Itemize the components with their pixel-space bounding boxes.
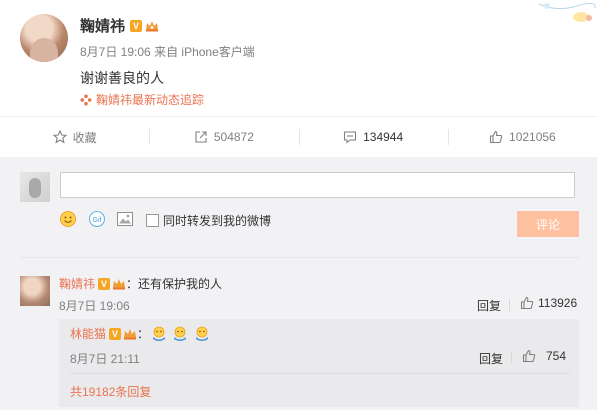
post-time[interactable]: 8月7日 19:06 xyxy=(80,45,151,59)
reply-line: 林能猫 V ： xyxy=(70,325,212,342)
gif-icon[interactable]: Gif xyxy=(88,210,106,228)
vip-crown-icon xyxy=(146,21,158,32)
author-name[interactable]: 鞠婧祎 xyxy=(80,15,125,36)
like-icon xyxy=(520,296,534,310)
author-avatar[interactable] xyxy=(20,14,68,62)
like-icon xyxy=(489,130,503,144)
separator xyxy=(509,299,510,311)
comment-separator: ： xyxy=(126,277,139,291)
decoration-graphic xyxy=(538,2,596,22)
forward-checkbox[interactable]: 同时转发到我的微博 xyxy=(146,212,271,229)
comment-time: 8月7日 19:06 xyxy=(59,299,130,313)
comment-button[interactable]: 134944 xyxy=(298,117,448,164)
verified-icon: V xyxy=(130,20,142,32)
hug-emoji-icon xyxy=(195,326,208,341)
comment-input[interactable] xyxy=(60,172,575,198)
like-button[interactable]: 1021056 xyxy=(447,117,597,157)
submit-comment-button[interactable]: 评论 xyxy=(517,211,579,237)
post-meta: 8月7日 19:06 来自 iPhone客户端 xyxy=(80,43,255,60)
reply-reply-button[interactable]: 回复 xyxy=(479,350,503,367)
verified-icon: V xyxy=(109,327,122,340)
emoji-icon[interactable] xyxy=(59,210,77,228)
comment-text: 还有保护我的人 xyxy=(138,277,223,291)
flower-icon xyxy=(80,94,92,105)
vip-crown-icon xyxy=(113,278,126,289)
reply-time: 8月7日 21:11 xyxy=(70,352,140,366)
forward-count: 504872 xyxy=(213,130,254,144)
post-content: 谢谢善良的人 xyxy=(80,70,164,86)
my-avatar[interactable] xyxy=(20,172,50,202)
divider xyxy=(20,257,579,258)
favorite-button[interactable]: 收藏 xyxy=(0,117,149,157)
forward-checkbox-label: 同时转发到我的微博 xyxy=(163,214,272,228)
verified-icon: V xyxy=(98,277,111,290)
divider xyxy=(70,373,570,374)
star-icon xyxy=(52,130,67,144)
reply-like-count: 754 xyxy=(546,349,567,363)
more-replies-link[interactable]: 共19182条回复 xyxy=(70,383,151,400)
reply-separator: ： xyxy=(137,327,150,341)
comment-author[interactable]: 鞠婧祎 xyxy=(59,275,95,292)
favorite-label: 收藏 xyxy=(72,130,97,145)
comment-icon xyxy=(344,131,357,144)
hug-emoji-icon xyxy=(153,326,166,341)
hug-emoji-icon xyxy=(174,326,187,341)
like-count: 1021056 xyxy=(509,130,556,144)
comment-avatar[interactable] xyxy=(20,276,50,306)
comment-reply-button[interactable]: 回复 xyxy=(477,297,501,314)
tracking-label: 鞠婧祎最新动态追踪 xyxy=(96,93,205,107)
like-icon xyxy=(522,349,536,363)
comment-like-button[interactable]: 113926 xyxy=(520,296,577,310)
reply-emoji-group xyxy=(151,326,212,342)
reply-author[interactable]: 林能猫 xyxy=(70,325,106,342)
action-bar: 收藏 504872 134944 1021056 xyxy=(0,116,597,164)
reply-like-button[interactable]: 754 xyxy=(522,349,566,363)
svg-text:Gif: Gif xyxy=(93,217,102,224)
forward-icon xyxy=(195,131,207,143)
comment-count: 134944 xyxy=(363,130,404,144)
separator xyxy=(511,352,512,364)
forward-button[interactable]: 504872 xyxy=(149,117,298,157)
image-icon[interactable] xyxy=(116,210,134,228)
vip-crown-icon xyxy=(124,328,137,339)
checkbox-box[interactable] xyxy=(146,214,159,227)
comment-line: 鞠婧祎 V ： 还有保护我的人 xyxy=(59,275,222,292)
comment-like-count: 113926 xyxy=(538,296,578,310)
tracking-link[interactable]: 鞠婧祎最新动态追踪 xyxy=(80,91,204,108)
post-source: 来自 iPhone客户端 xyxy=(154,45,255,59)
